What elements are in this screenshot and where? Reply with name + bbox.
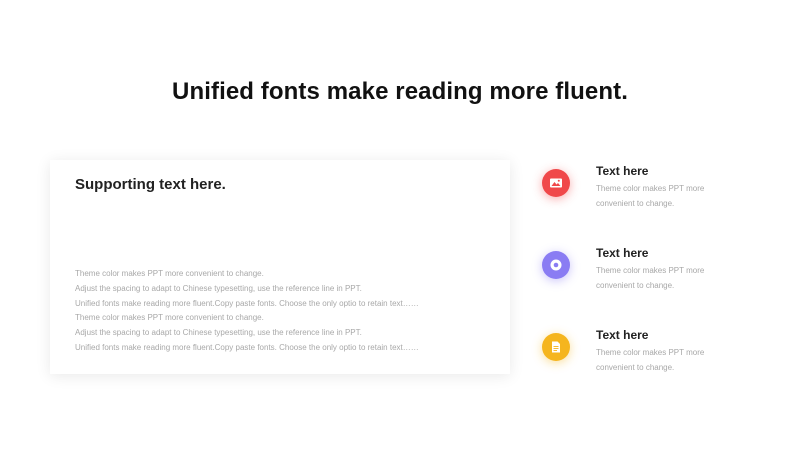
item-description-line: convenient to change.: [596, 280, 675, 290]
card-heading: Supporting text here.: [75, 176, 226, 193]
card-body-line: Theme color makes PPT more convenient to…: [75, 269, 264, 278]
card-body-line: Adjust the spacing to adapt to Chinese t…: [75, 328, 362, 338]
card-body-line: Unified fonts make reading more fluent.C…: [75, 342, 419, 352]
card-body-line: Theme color makes PPT more convenient to…: [75, 313, 264, 323]
feature-item-2: Text here Theme color makes PPT more con…: [542, 244, 772, 304]
item-description-line: convenient to change.: [596, 198, 675, 208]
item-description: Theme color makes PPT more convenient to…: [596, 264, 736, 293]
card-body: Theme color makes PPT more convenient to…: [75, 267, 505, 356]
target-icon: [542, 251, 570, 279]
feature-item-1: Text here Theme color makes PPT more con…: [542, 162, 772, 222]
item-description-line: convenient to change.: [596, 362, 675, 372]
slide: Unified fonts make reading more fluent. …: [0, 0, 800, 450]
card-body-line: Unified fonts make reading more fluent.C…: [75, 298, 419, 308]
card-body-line: Adjust the spacing to adapt to Chinese t…: [75, 283, 362, 293]
item-description: Theme color makes PPT more convenient to…: [596, 182, 736, 211]
supporting-text-card: Supporting text here. Theme color makes …: [50, 160, 510, 374]
item-title: Text here: [596, 164, 649, 178]
item-description-line: Theme color makes PPT more: [596, 184, 705, 193]
feature-item-3: Text here Theme color makes PPT more con…: [542, 326, 772, 386]
item-description-line: Theme color makes PPT more: [596, 266, 705, 275]
document-icon: [542, 333, 570, 361]
slide-title: Unified fonts make reading more fluent.: [172, 78, 628, 105]
item-title: Text here: [596, 246, 649, 260]
item-description: Theme color makes PPT more convenient to…: [596, 346, 736, 375]
image-icon: [542, 169, 570, 197]
item-title: Text here: [596, 328, 649, 342]
item-description-line: Theme color makes PPT more: [596, 348, 705, 357]
